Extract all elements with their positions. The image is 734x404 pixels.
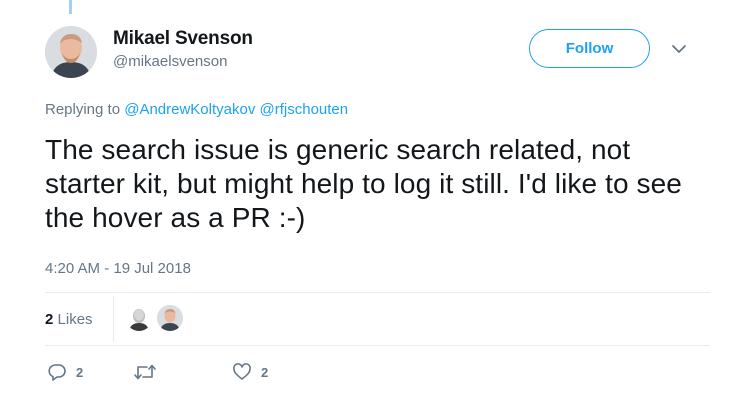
likes-label: Likes [57, 311, 93, 328]
heart-icon [232, 362, 252, 382]
tweet-timestamp[interactable]: 4:20 AM - 19 Jul 2018 [45, 260, 191, 277]
tweet-text: The search issue is generic search relat… [45, 134, 682, 233]
likes-count: 2 [45, 311, 54, 328]
divider [45, 345, 710, 346]
author-handle[interactable]: @mikaelsvenson [113, 53, 227, 70]
divider [45, 292, 710, 293]
follow-button[interactable]: Follow [529, 29, 650, 68]
retweet-button[interactable] [133, 361, 166, 383]
reply-count: 2 [76, 364, 84, 380]
replying-to-line: Replying to @AndrewKoltyakov @rfjschoute… [45, 101, 348, 118]
liker-avatar[interactable] [157, 305, 183, 331]
mention-link[interactable]: @AndrewKoltyakov [124, 101, 255, 118]
reply-button[interactable]: 2 [47, 361, 83, 383]
mention-link[interactable]: @rfjschouten [260, 101, 349, 118]
retweet-icon [133, 362, 157, 382]
like-count: 2 [261, 364, 269, 380]
avatar[interactable] [45, 26, 97, 78]
likes-stat[interactable]: 2 Likes [45, 311, 93, 328]
chevron-down-icon[interactable] [668, 38, 690, 60]
divider [113, 296, 114, 342]
author-display-name[interactable]: Mikael Svenson [113, 28, 253, 50]
replying-prefix: Replying to [45, 101, 121, 118]
liker-avatar[interactable] [126, 305, 152, 331]
reply-icon [47, 362, 67, 382]
like-button[interactable]: 2 [232, 361, 268, 383]
thread-connector-line [69, 0, 72, 14]
